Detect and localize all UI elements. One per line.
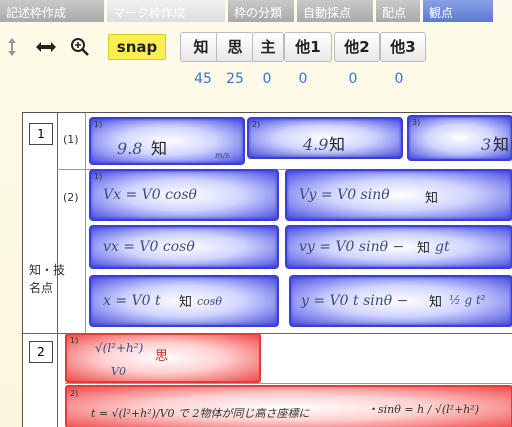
- toolbar: snap 知 思 主 他1 他2 他3: [0, 30, 512, 64]
- subquestion-label: (1): [63, 133, 79, 146]
- zoom-in-icon[interactable]: [68, 36, 92, 58]
- frame-index: 1): [94, 172, 103, 181]
- category-button-other1[interactable]: 他1: [284, 32, 332, 62]
- answer-frame[interactable]: 2) t = √(l²+h²)/V0 で 2物体が同じ高さ座標に ・sinθ =…: [65, 385, 512, 427]
- handwriting: √(l²+h²): [95, 341, 144, 355]
- category-tag: 知: [425, 191, 439, 206]
- tab-viewpoint[interactable]: 観点: [423, 0, 493, 22]
- answer-frame-selected[interactable]: 1) √(l²+h²) 思 V0: [65, 333, 261, 383]
- answer-frame[interactable]: 1) Vx = V0 cosθ: [89, 169, 279, 221]
- handwriting: ・sinθ = h / √(l²+h²): [367, 403, 480, 416]
- handwriting-tail: cosθ: [197, 295, 223, 308]
- handwriting: x = V0 t: [103, 293, 161, 309]
- category-tag: 知: [151, 139, 168, 158]
- question-number-2: 2: [29, 341, 53, 363]
- answer-sheet-canvas[interactable]: 1 2 (1) (2) 知・技 名点 1) 9.8 知 m/s 2) 4.9 知…: [22, 112, 512, 427]
- category-button-other3[interactable]: 他3: [380, 32, 426, 62]
- handwriting: 4.9: [303, 135, 329, 154]
- count-other3: 0: [394, 71, 404, 87]
- tab-mark-frame[interactable]: マーク枠作成: [107, 0, 225, 22]
- category-tag: 思: [155, 349, 169, 364]
- snap-toggle-button[interactable]: snap: [108, 34, 166, 60]
- handwriting: vx = V0 cosθ: [103, 239, 195, 255]
- tab-points[interactable]: 配点: [376, 0, 420, 22]
- subquestion-label: (2): [63, 191, 79, 204]
- category-tag: 知: [429, 295, 443, 310]
- vertical-resize-icon[interactable]: [0, 36, 24, 58]
- category-button-other2[interactable]: 他2: [334, 32, 380, 62]
- handwriting: y = V0 t sinθ −: [301, 293, 409, 309]
- handwriting-tail: ½ g t²: [449, 293, 486, 307]
- frame-index: 2): [70, 389, 79, 398]
- count-other2: 0: [348, 71, 358, 87]
- answer-frame[interactable]: y = V0 t sinθ − 知 ½ g t²: [289, 275, 512, 327]
- side-label: 知・技 名点: [29, 263, 66, 295]
- count-other1: 0: [298, 71, 308, 87]
- handwriting: vy = V0 sinθ −: [299, 239, 405, 255]
- grid-line: [65, 383, 512, 384]
- handwriting: 9.8: [117, 139, 143, 158]
- grid-line: [85, 113, 86, 333]
- category-button-shu[interactable]: 主: [252, 32, 284, 62]
- category-tag: 知: [417, 241, 431, 256]
- frame-index: 2): [252, 120, 261, 129]
- answer-frame[interactable]: vy = V0 sinθ − 知 gt: [285, 225, 512, 269]
- frame-index: 1): [70, 336, 79, 345]
- category-button-shi[interactable]: 思: [216, 32, 254, 62]
- frame-index: 1): [94, 120, 103, 129]
- frame-index: 3): [412, 118, 421, 127]
- answer-frame[interactable]: 3) 3 知: [407, 115, 512, 161]
- category-tag: 知: [493, 135, 510, 154]
- answer-frame[interactable]: 2) 4.9 知: [247, 117, 403, 159]
- handwriting: Vy = V0 sinθ: [299, 187, 390, 203]
- answer-frame[interactable]: x = V0 t 知 cosθ: [89, 275, 279, 327]
- tab-descriptive-frame[interactable]: 記述枠作成: [0, 0, 104, 22]
- horizontal-resize-icon[interactable]: [34, 36, 58, 58]
- app-window: 記述枠作成 マーク枠作成 枠の分類 自動採点 配点 観点 snap 知 思 主 …: [0, 0, 512, 427]
- question-number-1: 1: [29, 123, 53, 145]
- category-tag: 知: [179, 295, 193, 310]
- answer-frame[interactable]: 1) 9.8 知 m/s: [89, 117, 245, 165]
- mode-tabs: 記述枠作成 マーク枠作成 枠の分類 自動採点 配点 観点: [0, 0, 512, 22]
- unit-text: m/s: [215, 151, 230, 160]
- handwriting: Vx = V0 cosθ: [103, 187, 197, 203]
- handwriting-denominator: V0: [111, 365, 126, 378]
- answer-frame[interactable]: Vy = V0 sinθ 知: [285, 169, 512, 221]
- handwriting: 3: [481, 135, 492, 154]
- handwriting: t = √(l²+h²)/V0 で 2物体が同じ高さ座標に: [91, 407, 310, 420]
- tab-frame-classification[interactable]: 枠の分類: [228, 0, 294, 22]
- tab-auto-grading[interactable]: 自動採点: [297, 0, 373, 22]
- answer-frame[interactable]: vx = V0 cosθ: [89, 225, 279, 269]
- category-tag: 知: [329, 135, 346, 154]
- handwriting-tail: gt: [435, 239, 450, 255]
